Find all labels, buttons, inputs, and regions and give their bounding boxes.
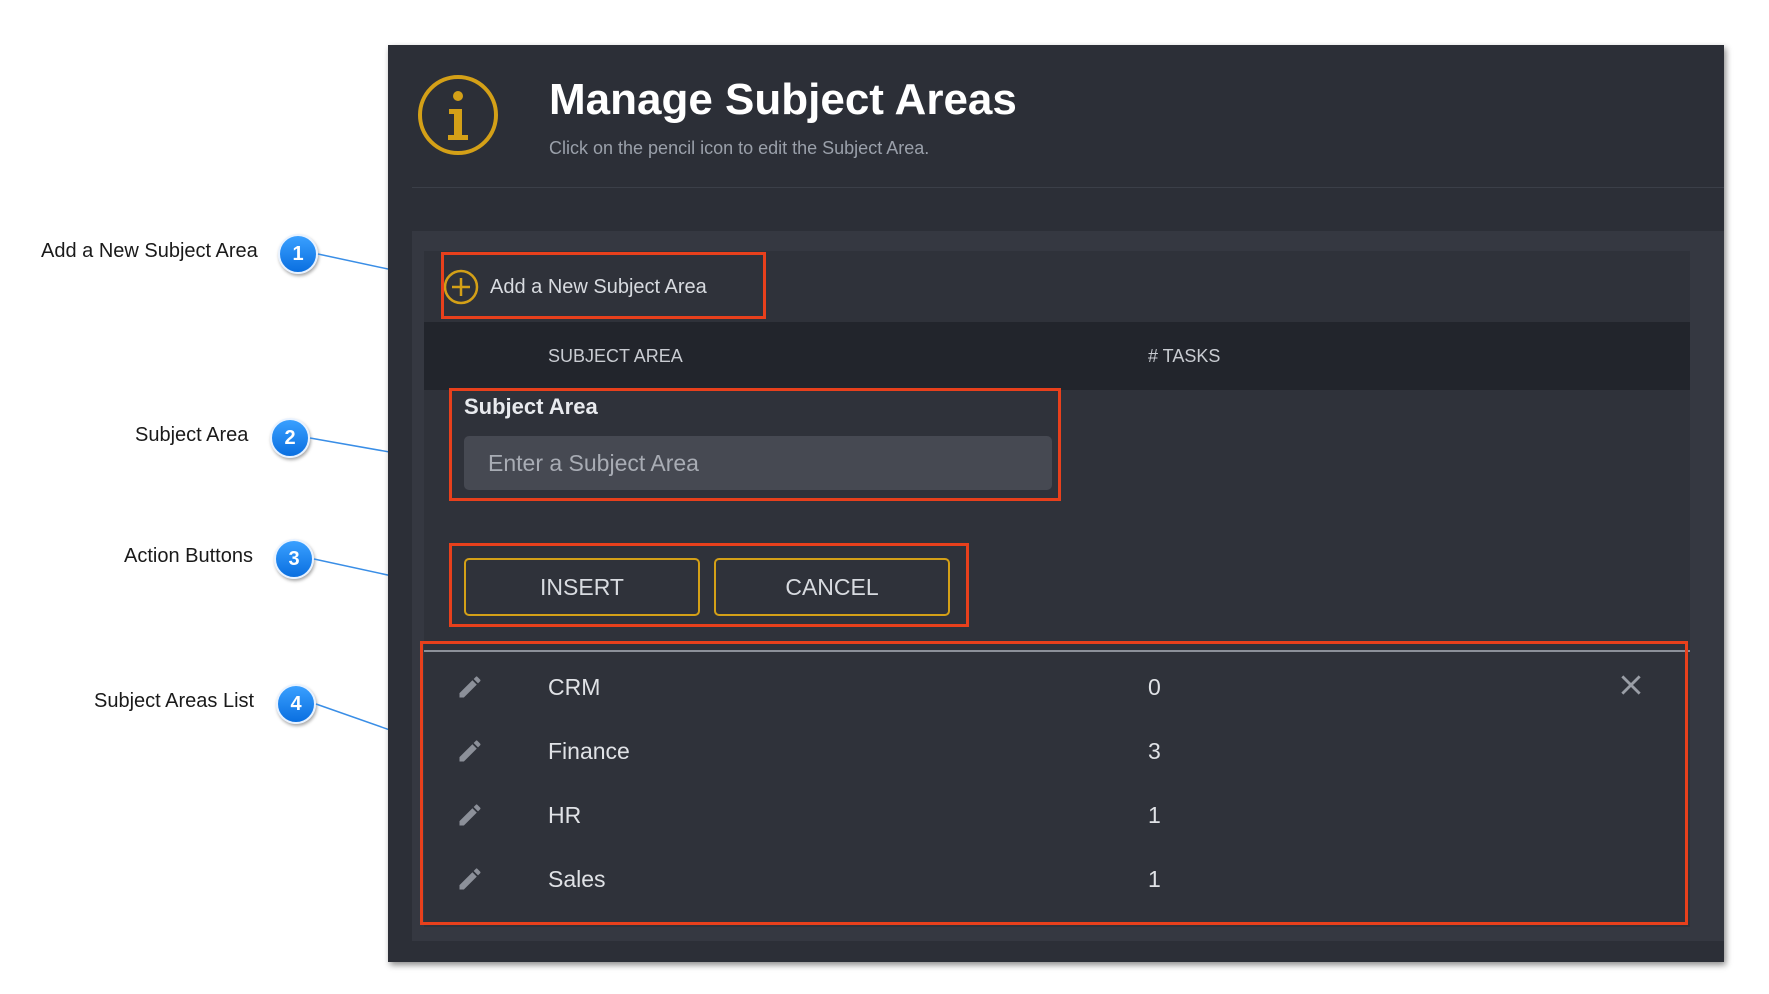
close-icon[interactable] (1618, 672, 1644, 698)
add-new-subject-area-button[interactable]: Add a New Subject Area (442, 255, 707, 319)
callout-label-subject-area: Subject Area (135, 424, 249, 446)
column-header-subject-area: SUBJECT AREA (548, 346, 683, 366)
column-header-tasks: # TASKS (1148, 346, 1221, 366)
subject-area-name: Finance (548, 738, 630, 764)
task-count: 1 (1148, 866, 1161, 892)
callout-badge-3: 3 (274, 539, 314, 579)
callout-badge-4: 4 (276, 684, 316, 724)
pencil-icon[interactable] (456, 737, 484, 765)
subject-area-input[interactable] (464, 436, 1052, 490)
subject-areas-card: Add a New Subject Area SUBJECT AREA # TA… (424, 251, 1690, 927)
table-row: HR 1 (424, 784, 1690, 848)
table-header: SUBJECT AREA # TASKS (424, 322, 1690, 390)
add-new-subject-area-label: Add a New Subject Area (490, 275, 707, 298)
insert-button[interactable]: INSERT (464, 558, 700, 616)
table-row: Sales 1 (424, 848, 1690, 912)
callout-badge-1: 1 (278, 234, 318, 274)
pencil-icon[interactable] (456, 801, 484, 829)
list-divider (424, 650, 1690, 652)
callout-badge-2: 2 (270, 418, 310, 458)
pencil-icon[interactable] (456, 865, 484, 893)
subject-area-name: Sales (548, 866, 606, 892)
page-title: Manage Subject Areas (549, 75, 1017, 124)
task-count: 3 (1148, 738, 1161, 764)
callout-label-action-buttons: Action Buttons (124, 545, 253, 567)
task-count: 0 (1148, 674, 1161, 700)
content-area: Add a New Subject Area SUBJECT AREA # TA… (412, 231, 1724, 941)
manage-subject-areas-panel: Manage Subject Areas Click on the pencil… (388, 45, 1724, 962)
table-row: CRM 0 (424, 656, 1690, 720)
info-icon (418, 75, 498, 155)
title-divider (412, 187, 1724, 188)
task-count: 1 (1148, 802, 1161, 828)
pencil-icon[interactable] (456, 673, 484, 701)
subject-area-field-label: Subject Area (464, 394, 598, 419)
callout-label-add-new: Add a New Subject Area (41, 240, 258, 262)
table-row: Finance 3 (424, 720, 1690, 784)
callout-label-subject-areas-list: Subject Areas List (94, 690, 255, 712)
cancel-button[interactable]: CANCEL (714, 558, 950, 616)
page-subtitle: Click on the pencil icon to edit the Sub… (549, 138, 930, 158)
subject-area-name: HR (548, 802, 582, 828)
plus-circle-icon[interactable] (442, 268, 480, 306)
subject-area-name: CRM (548, 674, 601, 700)
